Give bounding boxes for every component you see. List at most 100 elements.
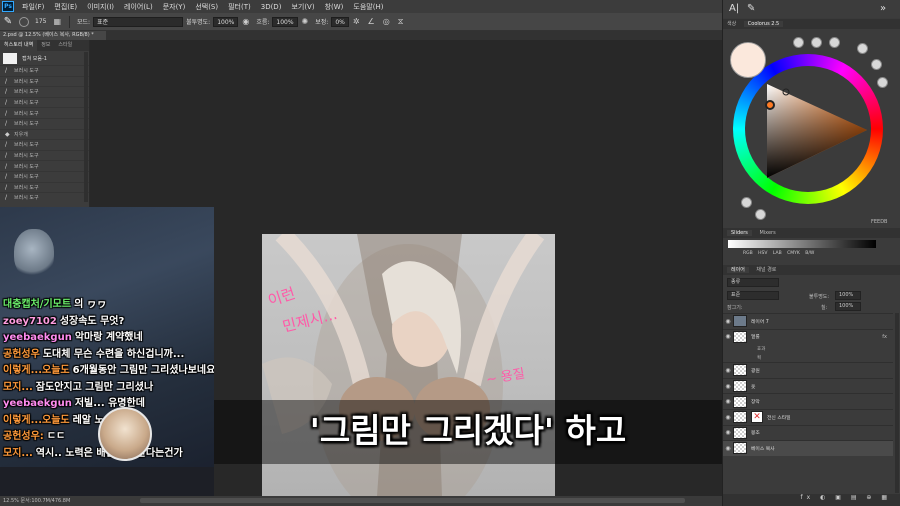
history-step[interactable]: / 브러시 도구: [0, 65, 89, 76]
saturation-triangle[interactable]: [745, 66, 871, 192]
layer-row[interactable]: ◉ 옷: [723, 377, 893, 394]
swatch-dot-3[interactable]: [829, 37, 840, 48]
layer-kind-filter[interactable]: 종류: [727, 278, 779, 287]
visibility-eye-icon[interactable]: ◉: [723, 398, 733, 405]
mode-lab[interactable]: LAB: [773, 251, 782, 256]
history-step[interactable]: / 브러시 도구: [0, 96, 89, 108]
history-step[interactable]: / 브러시 도구: [0, 149, 89, 161]
history-step[interactable]: ◆ 지우개: [0, 128, 89, 140]
swatch-dot-4[interactable]: [857, 43, 868, 54]
layer-mask-thumbnail[interactable]: ✕: [751, 411, 763, 424]
layer-fill-field[interactable]: 100%: [835, 302, 861, 311]
layer-effect-item[interactable]: 획: [723, 353, 893, 362]
layer-row[interactable]: ◉ 레이어 7: [723, 313, 893, 329]
layer-row[interactable]: ◉ 봉조: [723, 424, 893, 441]
mode-cmyk[interactable]: CMYK: [787, 251, 800, 256]
brush-preset-picker[interactable]: [19, 16, 29, 27]
tab-layers[interactable]: 레이어: [727, 267, 749, 273]
history-step[interactable]: / 브러시 도구: [0, 86, 89, 97]
menu-window[interactable]: 창(W): [320, 2, 349, 12]
visibility-eye-icon[interactable]: ◉: [723, 383, 733, 390]
layer-row[interactable]: ◉ 얼룰 fx: [723, 328, 893, 345]
value-slider[interactable]: [728, 240, 876, 248]
visibility-eye-icon[interactable]: ◉: [723, 367, 733, 374]
visibility-eye-icon[interactable]: ◉: [723, 445, 733, 452]
foreground-swatch[interactable]: [730, 42, 766, 78]
layer-row[interactable]: ◉ ✕ 전신 스타일: [723, 408, 893, 425]
swatch-dot-5[interactable]: [871, 59, 882, 70]
reset-colors-icon[interactable]: [741, 197, 752, 208]
tab-history[interactable]: 히스토리 내역: [0, 40, 38, 51]
symmetry-icon[interactable]: ⧖: [398, 17, 404, 27]
visibility-eye-icon[interactable]: ◉: [723, 318, 733, 325]
layer-effect-item[interactable]: 효과: [723, 344, 893, 353]
mode-rgb[interactable]: RGB: [743, 251, 753, 256]
sliders-panel: Sliders Mixers RGB HSV LAB CMYK B/W: [723, 228, 900, 265]
visibility-eye-icon[interactable]: ◉: [723, 429, 733, 436]
visibility-eye-icon[interactable]: ◉: [723, 333, 733, 340]
layer-opacity-field[interactable]: 100%: [835, 291, 861, 300]
swatch-dot-1[interactable]: [793, 37, 804, 48]
smoothing-settings-icon[interactable]: ✲: [353, 17, 360, 26]
history-step[interactable]: / 브러시 도구: [0, 181, 89, 193]
layer-name: 장막: [751, 400, 760, 406]
history-step[interactable]: / 브러시 도구: [0, 75, 89, 87]
layers-scrollbar[interactable]: [895, 313, 899, 493]
menu-view[interactable]: 보기(V): [286, 2, 319, 12]
history-step[interactable]: / 브러시 도구: [0, 192, 89, 203]
tab-channels-paths[interactable]: 채널 경로: [756, 267, 776, 273]
airbrush-icon[interactable]: ✺: [302, 17, 309, 26]
mode-select[interactable]: 표준: [93, 16, 184, 27]
history-step[interactable]: / 브러시 도구: [0, 107, 89, 118]
menu-filter[interactable]: 필터(T): [223, 2, 256, 12]
brush-tool-icon[interactable]: ✎: [0, 16, 16, 27]
history-step[interactable]: / 브러시 도구: [0, 160, 89, 171]
layer-fx-badge[interactable]: fx: [882, 334, 887, 340]
history-step[interactable]: / 브러시 도구: [0, 139, 89, 150]
swatch-dot-2[interactable]: [811, 37, 822, 48]
layer-row[interactable]: ◉ 베이스 복사: [723, 440, 893, 456]
menu-help[interactable]: 도움말(H): [348, 2, 388, 12]
history-scrollbar[interactable]: [84, 52, 88, 202]
history-step[interactable]: / 브러시 도구: [0, 117, 89, 129]
angle-icon[interactable]: ∠: [368, 17, 375, 26]
canvas-horizontal-scrollbar[interactable]: [140, 498, 685, 503]
visibility-eye-icon[interactable]: ◉: [723, 414, 733, 421]
tab-color[interactable]: 색상: [727, 21, 736, 27]
tab-styles[interactable]: 스타일: [54, 40, 76, 51]
mode-hsv[interactable]: HSV: [758, 251, 767, 256]
text-tool-icon[interactable]: A|: [729, 3, 739, 14]
layer-row[interactable]: ◉ 장막: [723, 393, 893, 409]
tab-sliders[interactable]: Sliders: [727, 230, 752, 236]
brush-settings-icon[interactable]: ▦: [53, 17, 61, 26]
mode-bw[interactable]: B/W: [805, 251, 814, 256]
menu-3d[interactable]: 3D(D): [256, 3, 287, 11]
tab-coolorus[interactable]: Coolorus 2.5: [743, 21, 784, 27]
layer-row[interactable]: ◉ 광원: [723, 362, 893, 378]
tab-mixers[interactable]: Mixers: [759, 230, 775, 236]
history-step[interactable]: / 브러시 도구: [0, 170, 89, 182]
collapse-dock-icon[interactable]: »: [880, 3, 886, 14]
tab-info[interactable]: 정보: [37, 40, 54, 51]
layers-panel: 레이어 채널 경로 종류 표준 불투명도: 100% 잠그기: 칠: 100% …: [723, 265, 900, 506]
flow-field[interactable]: 100%: [272, 16, 298, 27]
menu-layer[interactable]: 레이어(L): [119, 2, 158, 12]
menu-select[interactable]: 선택(S): [190, 2, 223, 12]
pressure-size-icon[interactable]: ◎: [383, 17, 390, 26]
opacity-field[interactable]: 100%: [213, 16, 239, 27]
hue-marker[interactable]: [765, 100, 775, 110]
document-tab[interactable]: 2.psd @ 12.5% (베이스 복사, RGB/8) *: [0, 31, 106, 40]
history-snapshot[interactable]: 캡쳐 모음-1: [0, 51, 89, 65]
feedback-link[interactable]: FEEDB: [871, 219, 887, 225]
blend-mode-select[interactable]: 표준: [727, 291, 779, 300]
menu-type[interactable]: 문자(Y): [158, 2, 191, 12]
menu-file[interactable]: 파일(F): [17, 2, 49, 12]
pressure-opacity-icon[interactable]: ◉: [242, 17, 249, 26]
menu-edit[interactable]: 편집(E): [49, 2, 82, 12]
play-icon[interactable]: [755, 209, 766, 220]
layers-footer-icons[interactable]: fx ◐ ▣ ▤ ⊕ ▦: [723, 494, 900, 506]
smoothing-field[interactable]: 0%: [331, 16, 349, 27]
brush-preset-icon[interactable]: ✎: [747, 3, 755, 14]
menu-image[interactable]: 이미지(I): [82, 2, 119, 12]
swatch-dot-6[interactable]: [877, 77, 888, 88]
